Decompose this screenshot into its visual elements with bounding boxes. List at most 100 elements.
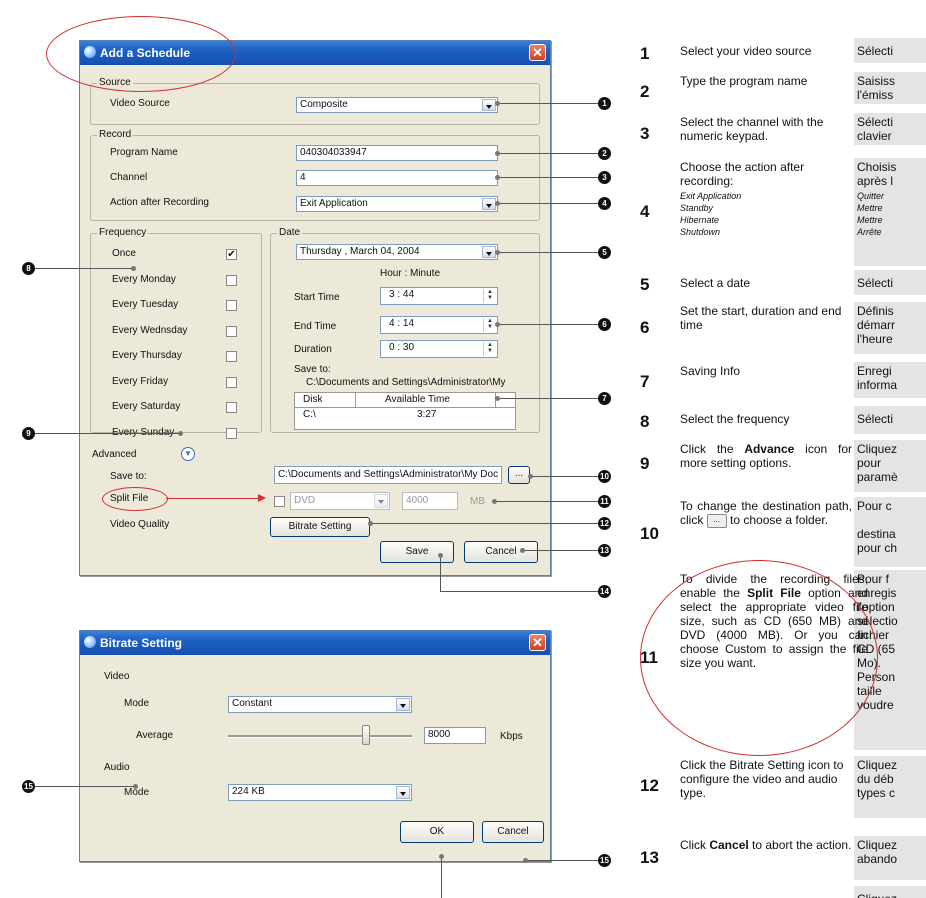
- callout-dot: [495, 396, 500, 401]
- average-input[interactable]: 8000: [424, 727, 486, 744]
- step-english-text: To change the destination path, click ..…: [680, 499, 852, 528]
- save-button[interactable]: Save: [380, 541, 454, 563]
- date-picker[interactable]: Thursday , March 04, 2004: [296, 244, 498, 260]
- split-file-highlight-ellipse: [102, 487, 168, 511]
- step-number: 3: [640, 124, 650, 143]
- start-time-value: 3 : 44: [389, 289, 415, 300]
- chevron-down-icon[interactable]: [482, 246, 496, 258]
- audio-mode-select[interactable]: 224 KB: [228, 784, 412, 801]
- callout-dot: [495, 151, 500, 156]
- cancel-button[interactable]: Cancel: [482, 821, 544, 843]
- callout-badge: 7: [598, 392, 611, 405]
- frequency-label: Every Sunday: [112, 426, 175, 438]
- step-english-text: Select the frequency: [680, 412, 790, 426]
- action-value: Exit Application: [300, 198, 368, 209]
- browse-button[interactable]: ...: [508, 466, 530, 484]
- step-french-text: Saisiss l'émiss: [854, 72, 926, 104]
- split-type-value: DVD: [294, 495, 316, 506]
- start-time-input[interactable]: 3 : 44 ▲ ▼: [380, 287, 498, 305]
- cancel-button[interactable]: Cancel: [464, 541, 538, 563]
- step-english-text: Click the Bitrate Setting icon to config…: [680, 758, 844, 800]
- step-french-text: Définis démarr l'heure: [854, 302, 926, 354]
- frequency-checkbox[interactable]: [226, 274, 237, 286]
- disk-header: Disk: [303, 394, 323, 405]
- frequency-checkbox[interactable]: [226, 325, 237, 337]
- callout-dot: [495, 175, 500, 180]
- program-name-input[interactable]: 040304033947: [296, 145, 498, 161]
- callout-badge: 1: [598, 97, 611, 110]
- callout-dot: [133, 784, 138, 789]
- video-mode-select[interactable]: Constant: [228, 696, 412, 713]
- chevron-down-icon[interactable]: [482, 198, 496, 210]
- duration-input[interactable]: 0 : 30 ▲ ▼: [380, 340, 498, 358]
- chevron-down-icon[interactable]: [396, 786, 410, 799]
- callout-badge: 11: [598, 495, 611, 508]
- video-mode-label: Mode: [124, 698, 150, 709]
- chevron-down-icon[interactable]: [374, 494, 388, 508]
- callout-badge: 6: [598, 318, 611, 331]
- step-french-text: Sélecti clavier: [854, 113, 926, 145]
- adv-save-path-input[interactable]: C:\Documents and Settings\Administrator\…: [274, 466, 502, 484]
- kbps-label: Kbps: [500, 731, 523, 742]
- step-french-text: Cliquez: [854, 886, 926, 898]
- step-number: 1: [640, 44, 650, 63]
- split-type-select[interactable]: DVD: [290, 492, 390, 510]
- record-group-title: Record: [97, 129, 134, 140]
- callout-dot: [131, 266, 136, 271]
- callout-badge: 14: [598, 585, 611, 598]
- action-select[interactable]: Exit Application: [296, 196, 498, 212]
- callout-dot: [520, 548, 525, 553]
- frequency-label: Every Friday: [112, 375, 169, 387]
- spinner-icon[interactable]: ▲ ▼: [483, 318, 496, 332]
- channel-label: Channel: [110, 172, 148, 183]
- step-english-text: Select a date: [680, 276, 751, 290]
- advanced-expand-icon[interactable]: ▼: [181, 447, 195, 461]
- frequency-checkbox[interactable]: [226, 427, 237, 439]
- spinner-icon[interactable]: ▲ ▼: [483, 289, 496, 303]
- callout-badge: 2: [598, 147, 611, 160]
- step-french-text: Cliquez du déb types c: [854, 756, 926, 818]
- frequency-label: Every Tuesday: [112, 299, 179, 310]
- callout-line: [497, 203, 598, 204]
- split-size-input[interactable]: 4000: [402, 492, 458, 510]
- step-english-text: Saving Info: [680, 364, 741, 378]
- channel-input[interactable]: 4: [296, 170, 498, 186]
- split-file-checkbox[interactable]: [274, 496, 285, 507]
- step-number: 9: [640, 454, 650, 473]
- callout-dot: [438, 553, 443, 558]
- arrowhead-icon: [258, 494, 266, 502]
- frequency-label: Every Thursday: [112, 350, 182, 361]
- callout-dot: [528, 474, 533, 479]
- callout-line: [35, 786, 135, 787]
- frequency-checkbox[interactable]: [226, 300, 237, 311]
- step-number: 4: [640, 202, 650, 221]
- close-button[interactable]: ✕: [529, 44, 546, 61]
- slider-thumb[interactable]: [362, 725, 370, 745]
- chevron-down-icon[interactable]: [396, 698, 410, 711]
- bitrate-setting-button[interactable]: Bitrate Setting: [270, 517, 370, 537]
- step-number: 6: [640, 318, 650, 337]
- video-source-select[interactable]: Composite: [296, 97, 498, 113]
- frequency-checkbox[interactable]: [226, 376, 237, 388]
- bitrate-window: Bitrate Setting ✕ Video Mode Constant Av…: [79, 630, 551, 862]
- frequency-checkbox[interactable]: [226, 351, 237, 362]
- step-english-text: Click the Advance icon for more setting …: [680, 442, 852, 470]
- spinner-icon[interactable]: ▲ ▼: [483, 342, 496, 356]
- adv-save-to-label: Save to:: [110, 471, 147, 482]
- chevron-down-icon[interactable]: [482, 99, 496, 111]
- start-time-label: Start Time: [294, 292, 340, 303]
- video-source-value: Composite: [300, 99, 348, 110]
- callout-dot: [495, 322, 500, 327]
- step-english-options: Exit Application Standby Hibernate Shutdown: [680, 191, 742, 237]
- close-button[interactable]: ✕: [529, 634, 546, 651]
- frequency-checkbox[interactable]: ✔: [226, 249, 237, 260]
- callout-dot: [495, 101, 500, 106]
- step-english-text: Choose the action after recording: Exit A…: [680, 160, 852, 238]
- end-time-input[interactable]: 4 : 14 ▲ ▼: [380, 316, 498, 334]
- ok-button[interactable]: OK: [400, 821, 474, 843]
- average-slider[interactable]: [228, 725, 412, 745]
- end-time-label: End Time: [294, 321, 337, 332]
- callout-line: [497, 153, 598, 154]
- frequency-checkbox[interactable]: [226, 402, 237, 413]
- video-quality-label: Video Quality: [110, 519, 170, 530]
